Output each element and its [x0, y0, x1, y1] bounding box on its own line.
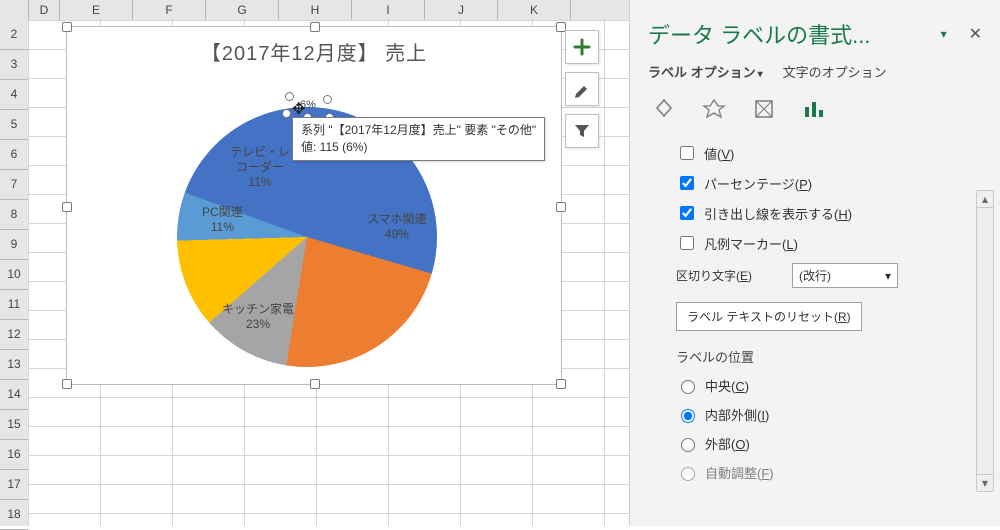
checkbox-value-input[interactable] [680, 146, 694, 160]
row-11[interactable]: 11 [0, 290, 28, 320]
radio-position-outside-end[interactable]: 外部(O) [676, 434, 982, 453]
chart-side-buttons [565, 30, 599, 156]
chart-styles-button[interactable] [565, 72, 599, 106]
data-label-smartphone[interactable]: スマホ関連 49% [367, 212, 427, 242]
row-15[interactable]: 15 [0, 410, 28, 440]
checkbox-percentage-input[interactable] [680, 176, 694, 190]
plus-icon [573, 38, 591, 56]
checkbox-value-label: 値(V) [704, 144, 734, 163]
scroll-down-button[interactable]: ▾ [977, 474, 993, 491]
selection-handle[interactable] [323, 95, 332, 104]
chart-resize-handle[interactable] [62, 379, 72, 389]
radio-position-inside-end-input[interactable] [681, 409, 695, 423]
checkbox-percentage-label: パーセンテージ(P) [704, 174, 812, 193]
col-I[interactable]: I [352, 0, 425, 20]
fill-line-icon[interactable] [650, 95, 678, 123]
col-E[interactable]: E [60, 0, 133, 20]
close-icon: ✕ [969, 26, 982, 43]
checkbox-value[interactable]: 値(V) [676, 143, 982, 163]
row-14[interactable]: 14 [0, 380, 28, 410]
pane-body: 値(V) パーセンテージ(P) 引き出し線を表示する(H) 凡例マーカー(L) … [630, 143, 1000, 482]
checkbox-leader-lines-label: 引き出し線を表示する(H) [704, 204, 852, 223]
radio-position-outside-end-input[interactable] [681, 438, 695, 452]
checkbox-percentage[interactable]: パーセンテージ(P) [676, 173, 982, 193]
chart-resize-handle[interactable] [62, 22, 72, 32]
reset-label-text-button[interactable]: ラベル テキストのリセット(R) [676, 302, 862, 331]
chart-title[interactable]: 【2017年12月度】 売上 [67, 37, 561, 66]
radio-position-outside-end-label: 外部(O) [705, 434, 750, 453]
pane-close-button[interactable]: ✕ [969, 24, 982, 44]
checkbox-legend-marker-label: 凡例マーカー(L) [704, 234, 798, 253]
row-headers: 2 3 4 5 6 7 8 9 10 11 12 13 14 15 16 17 … [0, 20, 29, 526]
label-options-icon[interactable] [800, 95, 828, 123]
data-label-tv[interactable]: テレビ・レ コーダー 11% [230, 145, 290, 190]
row-6[interactable]: 6 [0, 140, 28, 170]
radio-position-inside-end-label: 内部外側(I) [705, 405, 769, 424]
row-9[interactable]: 9 [0, 230, 28, 260]
chart-resize-handle[interactable] [556, 379, 566, 389]
tab-text-options[interactable]: 文字のオプション [783, 62, 887, 81]
row-3[interactable]: 3 [0, 50, 28, 80]
size-properties-icon[interactable] [750, 95, 778, 123]
format-category-icons [630, 91, 1000, 133]
tab-label-options[interactable]: ラベル オプション▾ [648, 62, 763, 81]
row-5[interactable]: 5 [0, 110, 28, 140]
data-label-kitchen[interactable]: キッチン家電 23% [222, 302, 294, 332]
funnel-icon [573, 122, 591, 140]
col-D[interactable]: D [29, 0, 60, 20]
radio-position-best-fit[interactable]: 自動調整(F) [676, 463, 982, 482]
pane-title: データ ラベルの書式... [648, 18, 935, 50]
row-12[interactable]: 12 [0, 320, 28, 350]
radio-position-center-label: 中央(C) [705, 376, 749, 395]
col-F[interactable]: F [133, 0, 206, 20]
radio-position-best-fit-label: 自動調整(F) [705, 463, 774, 482]
col-J[interactable]: J [425, 0, 498, 20]
row-7[interactable]: 7 [0, 170, 28, 200]
chart-resize-handle[interactable] [62, 202, 72, 212]
radio-position-best-fit-input[interactable] [681, 467, 695, 481]
embedded-chart[interactable]: 【2017年12月度】 売上 スマホ関連 49% キッチン家電 23% PC関連… [66, 26, 562, 385]
row-2[interactable]: 2 [0, 20, 28, 50]
row-17[interactable]: 17 [0, 470, 28, 500]
radio-position-center[interactable]: 中央(C) [676, 376, 982, 395]
checkbox-leader-lines[interactable]: 引き出し線を表示する(H) [676, 203, 982, 223]
row-13[interactable]: 13 [0, 350, 28, 380]
format-data-labels-pane: データ ラベルの書式... ▾ ✕ ラベル オプション▾ 文字のオプション 値(… [629, 0, 1000, 526]
pane-scrollbar[interactable]: ▴ ▾ [976, 190, 994, 492]
chart-resize-handle[interactable] [310, 22, 320, 32]
radio-position-center-input[interactable] [681, 380, 695, 394]
row-16[interactable]: 16 [0, 440, 28, 470]
selection-handle[interactable] [282, 109, 291, 118]
checkbox-legend-marker[interactable]: 凡例マーカー(L) [676, 233, 982, 253]
radio-position-inside-end[interactable]: 内部外側(I) [676, 405, 982, 424]
separator-select[interactable]: (改行) ▾ [792, 263, 898, 288]
datapoint-tooltip: 系列 "【2017年12月度】売上" 要素 "その他" 値: 115 (6%) [292, 117, 545, 161]
chevron-down-icon: ▾ [885, 269, 891, 283]
chart-resize-handle[interactable] [556, 202, 566, 212]
checkbox-legend-marker-input[interactable] [680, 236, 694, 250]
column-headers: D E F G H I J K [0, 0, 629, 21]
col-K[interactable]: K [498, 0, 571, 20]
label-position-heading: ラベルの位置 [676, 347, 982, 366]
row-8[interactable]: 8 [0, 200, 28, 230]
separator-label: 区切り文字(E) [676, 267, 752, 284]
chart-filters-button[interactable] [565, 114, 599, 148]
row-10[interactable]: 10 [0, 260, 28, 290]
separator-row: 区切り文字(E) (改行) ▾ [676, 263, 982, 288]
scroll-up-button[interactable]: ▴ [977, 191, 993, 208]
data-label-pc[interactable]: PC関連 11% [202, 205, 243, 235]
chart-resize-handle[interactable] [310, 379, 320, 389]
paintbrush-icon [573, 80, 591, 98]
move-cursor-icon: ✥ [292, 99, 305, 119]
chart-elements-button[interactable] [565, 30, 599, 64]
pane-title-menu[interactable]: ▾ [941, 27, 947, 41]
row-4[interactable]: 4 [0, 80, 28, 110]
checkbox-leader-lines-input[interactable] [680, 206, 694, 220]
col-G[interactable]: G [206, 0, 279, 20]
col-H[interactable]: H [279, 0, 352, 20]
effects-icon[interactable] [700, 95, 728, 123]
